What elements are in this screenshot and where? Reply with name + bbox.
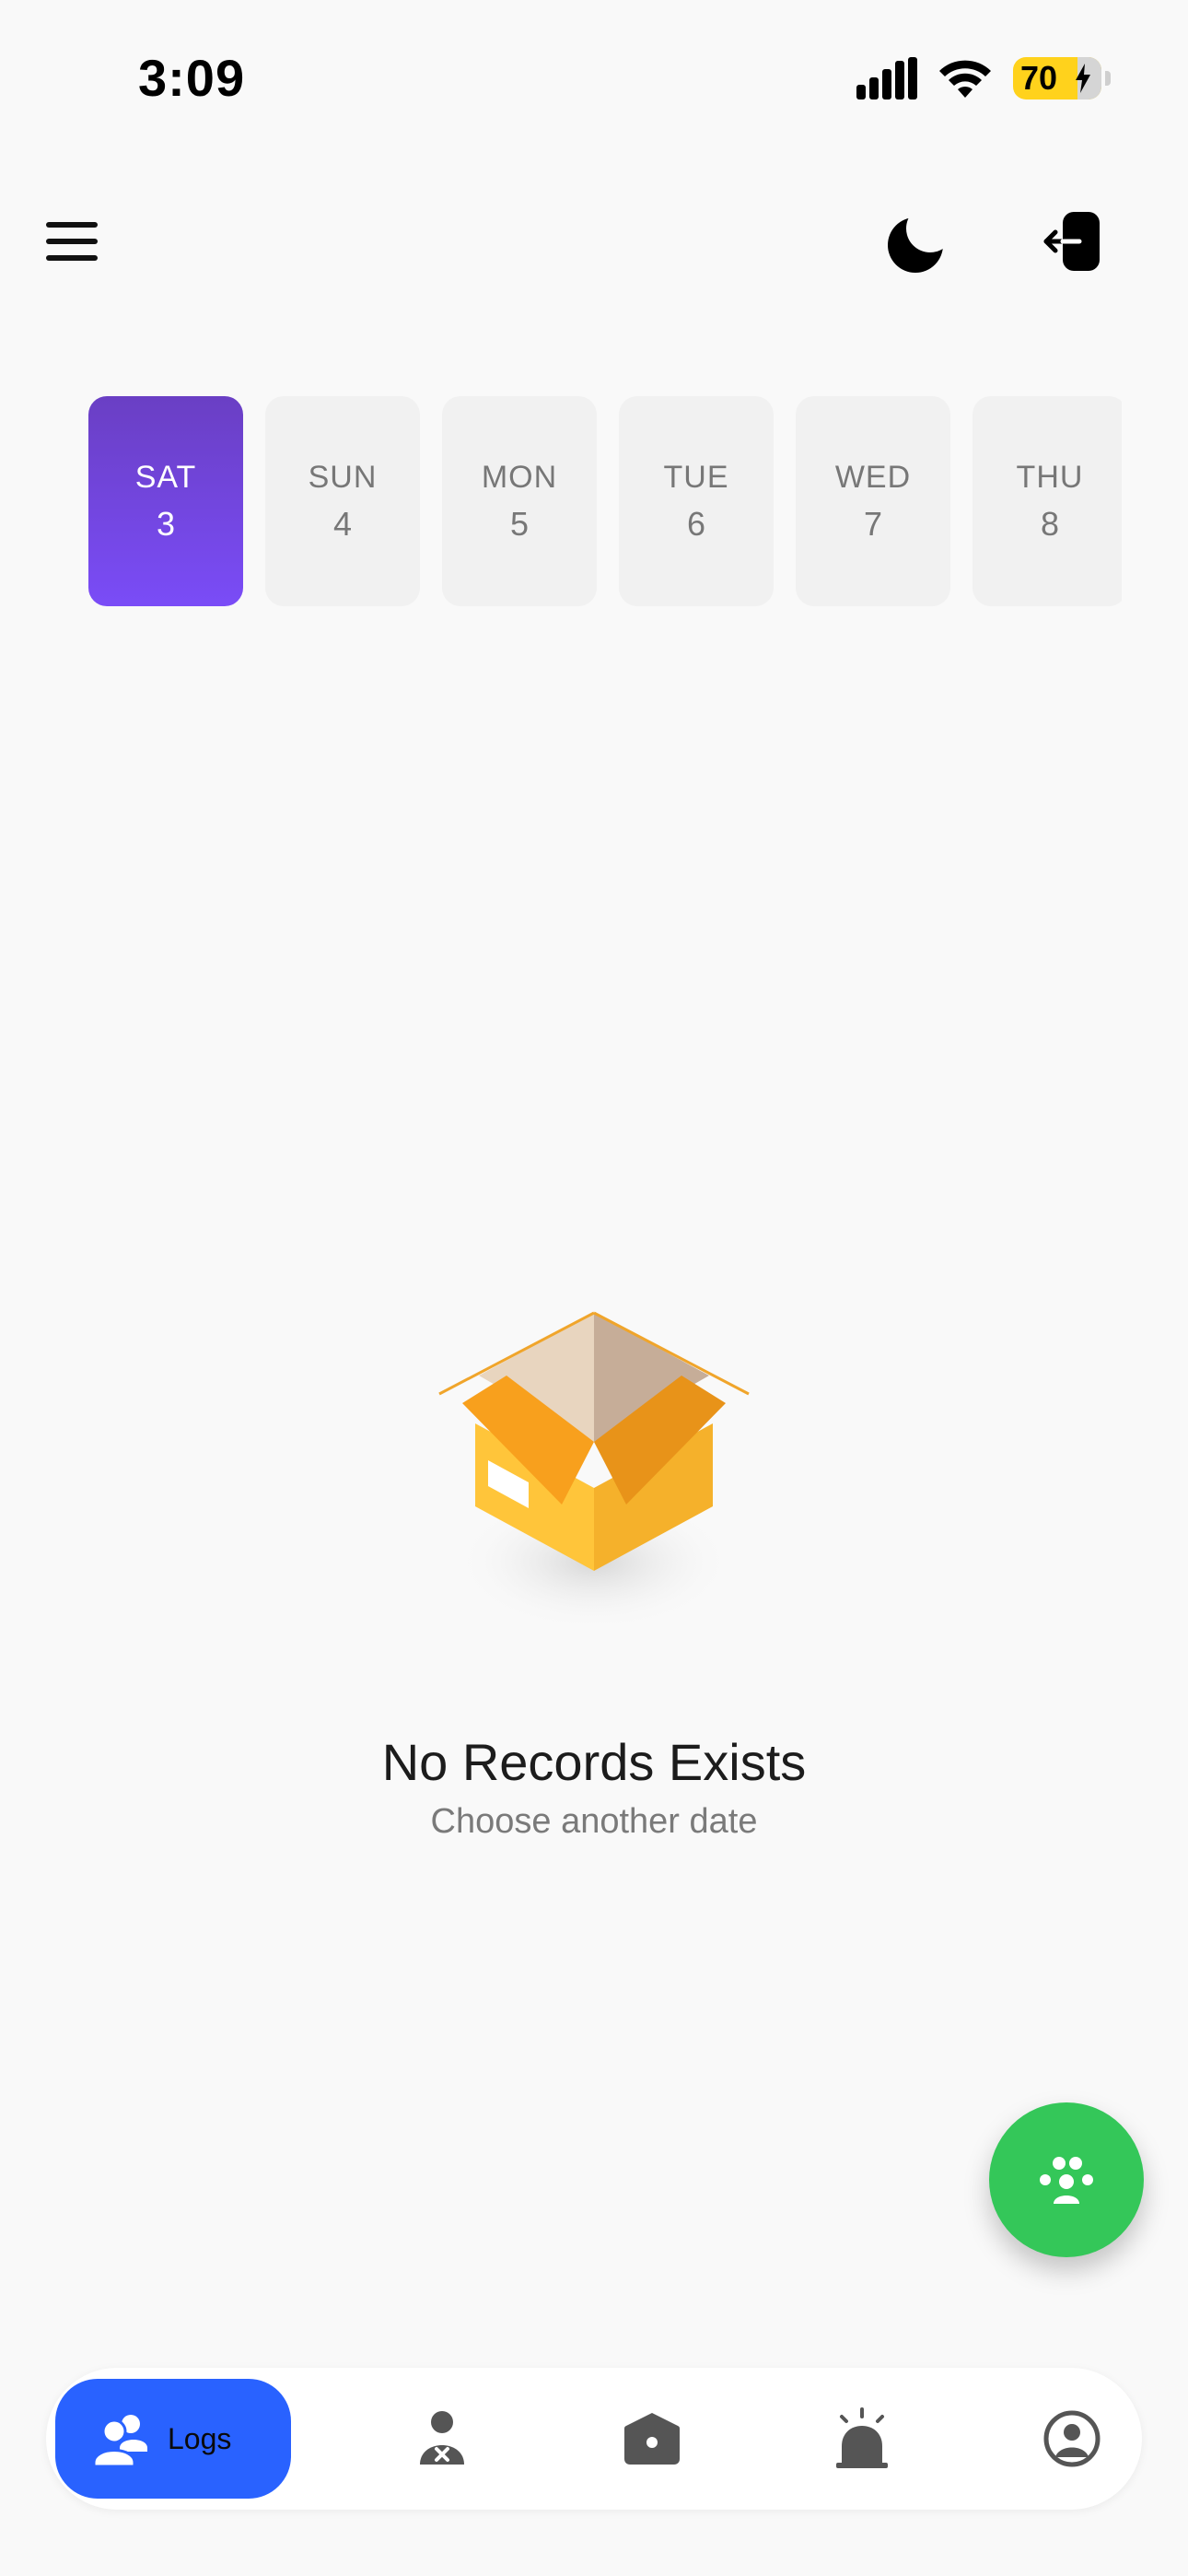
empty-state-title: No Records Exists xyxy=(381,1733,807,1791)
date-day: SUN xyxy=(308,459,378,495)
group-action-button[interactable] xyxy=(989,2102,1144,2257)
open-box-icon xyxy=(438,1311,750,1631)
nav-logs[interactable]: Logs xyxy=(55,2379,291,2499)
hamburger-line xyxy=(46,239,98,244)
user-absent-icon xyxy=(420,2411,464,2465)
date-number: 6 xyxy=(686,504,706,543)
profile-icon xyxy=(1043,2410,1101,2467)
home-icon xyxy=(624,2413,680,2465)
hamburger-menu-icon xyxy=(46,222,98,228)
alarm-icon xyxy=(836,2407,888,2468)
status-icons: 70 xyxy=(856,57,1111,100)
moon-icon xyxy=(888,217,943,273)
nav-profile[interactable] xyxy=(1035,2402,1109,2476)
date-day: MON xyxy=(481,459,558,495)
date-number: 5 xyxy=(509,504,530,543)
dark-mode-toggle[interactable] xyxy=(884,208,954,278)
battery-nub xyxy=(1105,71,1111,86)
bottom-navigation: Logs xyxy=(46,2368,1142,2510)
date-day: WED xyxy=(834,459,912,495)
logout-button[interactable] xyxy=(1039,208,1109,278)
date-chip[interactable]: THU 8 xyxy=(973,396,1122,606)
nav-home[interactable] xyxy=(615,2402,689,2476)
battery-indicator: 70 xyxy=(1013,57,1101,100)
nav-absent[interactable] xyxy=(405,2402,479,2476)
date-chip[interactable]: TUE 6 xyxy=(619,396,774,606)
date-chip[interactable]: SUN 4 xyxy=(265,396,420,606)
date-chip[interactable]: WED 7 xyxy=(796,396,950,606)
date-number: 4 xyxy=(332,504,353,543)
hamburger-line xyxy=(46,255,98,261)
date-day: SAT xyxy=(134,459,197,495)
cellular-signal-icon xyxy=(856,57,917,100)
wifi-icon xyxy=(939,60,991,98)
menu-button[interactable] xyxy=(46,214,111,269)
date-day: TUE xyxy=(663,459,729,495)
charging-bolt-icon xyxy=(1076,64,1090,93)
battery-level: 70 xyxy=(1020,59,1058,97)
logout-icon xyxy=(1043,212,1100,271)
date-number: 7 xyxy=(863,504,883,543)
nav-alarm[interactable] xyxy=(825,2402,899,2476)
date-selector: SAT 3 SUN 4 MON 5 TUE 6 WED 7 THU 8 xyxy=(88,396,1122,606)
date-chip-selected[interactable]: SAT 3 xyxy=(88,396,243,606)
empty-state-subtitle: Choose another date xyxy=(430,1802,758,1841)
status-bar: 3:09 70 xyxy=(0,0,1188,157)
date-chip[interactable]: MON 5 xyxy=(442,396,597,606)
date-number: 8 xyxy=(1040,504,1060,543)
date-number: 3 xyxy=(156,504,176,543)
date-day: THU xyxy=(1016,459,1084,495)
users-icon xyxy=(92,2415,147,2468)
nav-label-logs: Logs xyxy=(168,2421,232,2455)
group-icon xyxy=(1040,2157,1093,2204)
status-time: 3:09 xyxy=(138,49,246,107)
